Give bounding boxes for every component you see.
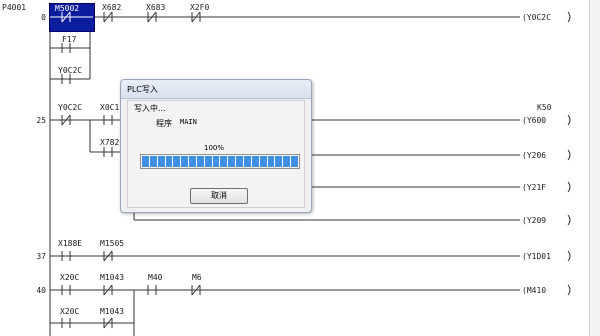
progress-segment bbox=[189, 156, 196, 167]
progress-segment bbox=[251, 156, 259, 167]
contact-label: X188E bbox=[58, 239, 83, 248]
contact-label: X682 bbox=[102, 3, 122, 12]
progress-segment bbox=[212, 156, 220, 167]
contact-label: X20C bbox=[60, 273, 80, 282]
contact-label: M1043 bbox=[100, 273, 125, 282]
coil-label: (Y209 bbox=[522, 216, 547, 225]
progress-segment bbox=[204, 156, 212, 167]
contact-label: M6 bbox=[192, 273, 202, 282]
progress-segment bbox=[259, 156, 267, 167]
dialog-title-bar[interactable]: PLC写入 bbox=[121, 80, 311, 99]
contact-label: F17 bbox=[62, 35, 77, 44]
vertical-scrollbar[interactable] bbox=[589, 0, 600, 336]
dialog-title: PLC写入 bbox=[127, 85, 158, 94]
cancel-button[interactable]: 取消 bbox=[190, 188, 248, 204]
contact-label: M40 bbox=[148, 273, 163, 282]
progress-segment bbox=[275, 156, 283, 167]
progress-segment bbox=[267, 156, 275, 167]
program-caption: 程序 bbox=[156, 119, 172, 128]
contact-label: Y0C2C bbox=[58, 66, 83, 75]
progress-segment bbox=[142, 156, 149, 167]
coil-parameter: K50 bbox=[537, 103, 552, 112]
contact-label: X20C bbox=[60, 307, 80, 316]
contact-label: X0C1 bbox=[100, 103, 120, 112]
dialog-body: 写入中... 程序 MAIN 100% 取消 bbox=[127, 100, 305, 208]
progress-segment bbox=[181, 156, 189, 167]
plc-write-dialog: PLC写入 写入中... 程序 MAIN 100% 取消 bbox=[120, 79, 312, 213]
contact-label: X782 bbox=[100, 138, 120, 147]
contact-label: Y0C2C bbox=[58, 103, 83, 112]
progress-segment bbox=[291, 156, 298, 167]
progress-percent: 100% bbox=[204, 144, 225, 152]
coil-label: (Y206 bbox=[522, 151, 547, 160]
progress-segment bbox=[196, 156, 204, 167]
coil-label: (M410 bbox=[522, 286, 547, 295]
coil-label: (Y1D01 bbox=[522, 252, 551, 261]
contact-label: X2F0 bbox=[190, 3, 210, 12]
progress-segment bbox=[283, 156, 291, 167]
progress-segment bbox=[149, 156, 157, 167]
contact-label: M5002 bbox=[55, 4, 80, 13]
status-text: 写入中... bbox=[134, 104, 166, 113]
progress-segment bbox=[157, 156, 165, 167]
coil-label: (Y0C2C bbox=[522, 13, 551, 22]
progress-fill bbox=[141, 155, 299, 168]
program-label: P4001 bbox=[2, 3, 27, 12]
progress-segment bbox=[236, 156, 243, 167]
step-number: 40 bbox=[36, 286, 46, 295]
step-number: 37 bbox=[36, 252, 46, 261]
progress-segment bbox=[243, 156, 251, 167]
progress-segment bbox=[220, 156, 228, 167]
progress-segment bbox=[228, 156, 236, 167]
progress-segment bbox=[173, 156, 181, 167]
step-number: 25 bbox=[36, 116, 46, 125]
progress-segment bbox=[165, 156, 173, 167]
contact-label: M1043 bbox=[100, 307, 125, 316]
coil-label: (Y21F bbox=[522, 183, 547, 192]
program-name: MAIN bbox=[180, 118, 197, 126]
coil-label: (Y600 bbox=[522, 116, 547, 125]
contact-label: X683 bbox=[146, 3, 166, 12]
contact-label: M1505 bbox=[100, 239, 125, 248]
step-number: 0 bbox=[41, 13, 46, 22]
progress-bar bbox=[140, 154, 300, 169]
